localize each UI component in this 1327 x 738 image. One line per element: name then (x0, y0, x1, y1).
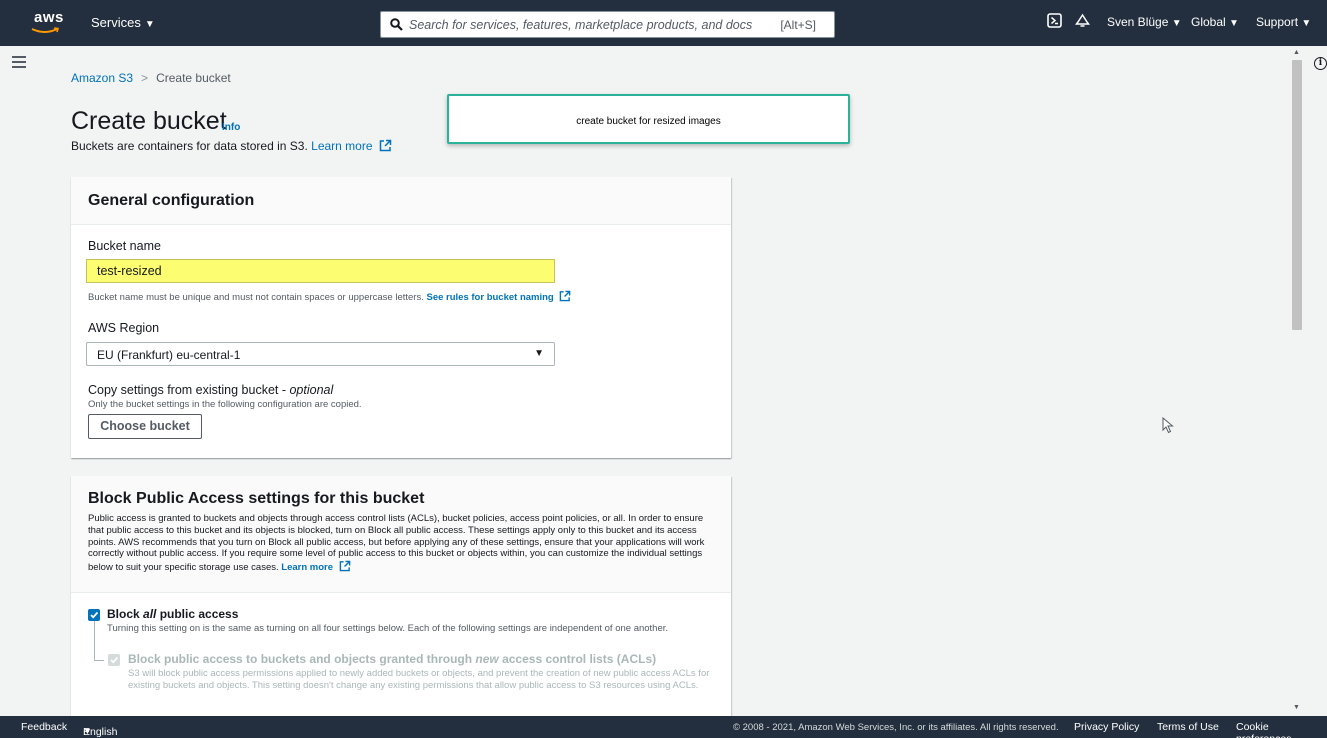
chevron-down-icon: ▼ (1171, 18, 1182, 29)
copy-settings-hint: Only the bucket settings in the followin… (88, 399, 362, 410)
tree-line (94, 621, 95, 661)
scroll-up-icon[interactable]: ▲ (1293, 49, 1300, 56)
feedback-link[interactable]: Feedback (21, 721, 67, 733)
info-icon[interactable]: i (1314, 57, 1327, 70)
block-all-pre: Block (107, 607, 144, 621)
breadcrumb-separator: > (141, 71, 149, 85)
acl-new-post: access control lists (ACLs) (498, 652, 657, 666)
support-label: Support (1256, 15, 1299, 29)
block-public-access-description: Public access is granted to buckets and … (88, 513, 718, 574)
external-link-icon[interactable] (339, 560, 351, 572)
acl-new-pre: Block public access to buckets and objec… (128, 652, 476, 666)
aws-logo[interactable]: aws (30, 7, 64, 37)
search-icon (390, 18, 403, 31)
scrollbar-thumb[interactable] (1292, 60, 1302, 330)
learn-more-link[interactable]: Learn more (281, 562, 333, 573)
bucket-naming-rules-link[interactable]: See rules for bucket naming (427, 292, 554, 303)
bucket-name-hint: Bucket name must be unique and must not … (88, 290, 571, 303)
general-configuration-panel: General configuration Bucket name test-r… (71, 177, 731, 458)
privacy-policy-link[interactable]: Privacy Policy (1074, 721, 1139, 733)
cloudshell-icon[interactable] (1047, 13, 1062, 28)
external-link-icon[interactable] (559, 290, 571, 302)
block-public-access-title: Block Public Access settings for this bu… (88, 490, 425, 507)
checkmark-icon (110, 656, 119, 664)
breadcrumb-current: Create bucket (156, 71, 231, 85)
external-link-icon[interactable] (379, 139, 392, 152)
choose-bucket-button[interactable]: Choose bucket (88, 414, 202, 439)
search-input[interactable]: Search for services, features, marketpla… (380, 11, 835, 38)
breadcrumb: Amazon S3 > Create bucket (71, 71, 231, 85)
bell-icon[interactable] (1075, 13, 1090, 29)
page-description: Buckets are containers for data stored i… (71, 139, 392, 153)
block-new-acls-description: S3 will block public access permissions … (128, 668, 710, 691)
services-menu[interactable]: Services ▼ (91, 15, 155, 30)
general-configuration-title: General configuration (88, 192, 255, 209)
top-navigation-bar: aws Services ▼ Search for services, featu… (0, 0, 1327, 46)
breadcrumb-amazon-s3[interactable]: Amazon S3 (71, 71, 133, 85)
search-placeholder: Search for services, features, marketpla… (409, 18, 753, 32)
account-menu[interactable]: Sven Blüge ▼ (1107, 15, 1182, 29)
bucket-name-hint-text: Bucket name must be unique and must not … (88, 292, 424, 303)
block-new-acls-label: Block public access to buckets and objec… (128, 652, 656, 666)
panel-header: Block Public Access settings for this bu… (71, 476, 731, 593)
checkmark-icon (90, 611, 99, 619)
chevron-down-icon: ▼ (83, 726, 92, 736)
block-all-public-access-label: Block all public access (107, 607, 238, 621)
copy-settings-optional: optional (289, 383, 334, 397)
block-new-acls-checkbox[interactable] (108, 654, 120, 666)
aws-region-value: EU (Frankfurt) eu-central-1 (97, 348, 241, 362)
page-description-text: Buckets are containers for data stored i… (71, 139, 308, 153)
region-name: Global (1191, 15, 1226, 29)
block-public-access-description-text: Public access is granted to buckets and … (88, 513, 705, 574)
menu-icon[interactable] (12, 56, 26, 68)
tree-line (94, 660, 104, 661)
support-menu[interactable]: Support ▼ (1256, 15, 1311, 29)
annotation-text: create bucket for resized images (576, 116, 721, 127)
annotation-callout: create bucket for resized images (447, 94, 850, 144)
footer: Feedback English (US) ▼ © 2008 - 2021, A… (0, 716, 1327, 738)
chevron-down-icon: ▼ (144, 19, 155, 30)
acl-new-em: new (475, 652, 499, 666)
aws-logo-text: aws (34, 9, 64, 26)
services-label: Services (91, 15, 141, 30)
search-shortcut: [Alt+S] (780, 18, 816, 32)
block-all-public-access-description: Turning this setting on is the same as t… (107, 623, 669, 634)
bucket-name-label: Bucket name (88, 239, 161, 253)
scroll-down-icon[interactable]: ▼ (1293, 704, 1300, 711)
region-menu[interactable]: Global ▼ (1191, 15, 1239, 29)
bucket-name-value: test-resized (97, 264, 162, 278)
copy-settings-text: Copy settings from existing bucket - (88, 383, 290, 397)
chevron-down-icon: ▼ (534, 348, 544, 359)
account-name: Sven Blüge (1107, 15, 1169, 29)
copyright-text: © 2008 - 2021, Amazon Web Services, Inc.… (733, 722, 1059, 733)
block-all-public-access-checkbox[interactable] (88, 609, 100, 621)
cookie-preferences-link[interactable]: Cookie preferences (1236, 721, 1327, 738)
block-all-em: all (143, 607, 157, 621)
chevron-down-icon: ▼ (1301, 18, 1312, 29)
chevron-down-icon: ▼ (1229, 18, 1239, 29)
page-title: Create bucket (71, 107, 227, 135)
aws-region-select[interactable]: EU (Frankfurt) eu-central-1 ▼ (86, 342, 555, 366)
learn-more-link[interactable]: Learn more (311, 139, 372, 153)
aws-region-label: AWS Region (88, 321, 160, 335)
panel-header: General configuration (71, 177, 731, 225)
block-public-access-panel: Block Public Access settings for this bu… (71, 476, 731, 716)
bucket-name-input[interactable]: test-resized (86, 259, 555, 283)
terms-of-use-link[interactable]: Terms of Use (1157, 721, 1219, 733)
block-all-post: public access (156, 607, 239, 621)
mouse-cursor-icon (1162, 417, 1174, 434)
info-link[interactable]: Info (222, 122, 240, 133)
aws-smile-icon (31, 27, 60, 33)
copy-settings-label: Copy settings from existing bucket - opt… (88, 383, 333, 397)
